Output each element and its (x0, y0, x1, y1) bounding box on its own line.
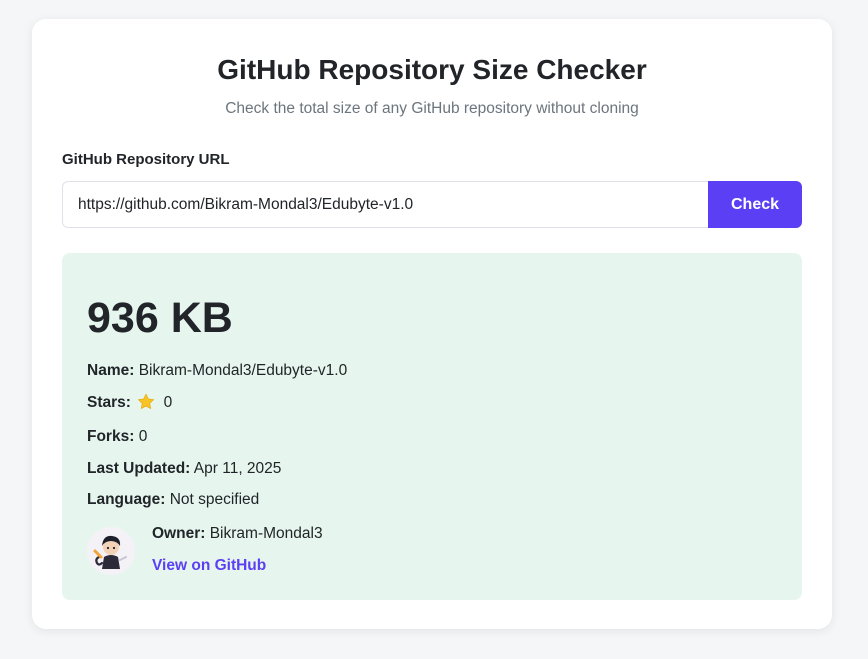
url-input-row: Check (62, 181, 802, 228)
language-label: Language: (87, 491, 166, 508)
stars-value: 0 (163, 393, 173, 411)
owner-avatar[interactable] (87, 527, 135, 575)
language-value: Not specified (169, 491, 260, 508)
repo-url-input[interactable] (62, 181, 708, 228)
forks-label: Forks: (87, 428, 135, 445)
name-label: Name: (87, 362, 135, 379)
page-subtitle: Check the total size of any GitHub repos… (225, 100, 639, 117)
page-title: GitHub Repository Size Checker (217, 54, 647, 85)
result-panel: 936 KB Name: Bikram-Mondal3/Edubyte-v1.0… (62, 253, 802, 600)
forks-value: 0 (138, 428, 148, 445)
stars-label: Stars: (87, 393, 131, 411)
owner-block: Owner: Bikram-Mondal3 View on GitHub (87, 524, 777, 576)
repo-forks-row: Forks: 0 (87, 427, 777, 447)
checker-card: GitHub Repository Size Checker Check the… (32, 19, 832, 629)
owner-info: Owner: Bikram-Mondal3 View on GitHub (152, 524, 323, 576)
url-field-label: GitHub Repository URL (62, 151, 230, 168)
repo-stars-row: Stars: 0 (87, 393, 777, 416)
updated-label: Last Updated: (87, 459, 191, 477)
repo-updated-row: Last Updated: Apr 11, 2025 (87, 459, 777, 479)
view-on-github-link[interactable]: View on GitHub (152, 556, 266, 576)
owner-label: Owner: (152, 525, 206, 542)
owner-row: Owner: Bikram-Mondal3 (152, 524, 323, 544)
repo-language-row: Language: Not specified (87, 490, 777, 510)
name-value: Bikram-Mondal3/Edubyte-v1.0 (138, 362, 348, 379)
repo-size: 936 KB (87, 294, 233, 342)
star-icon (137, 393, 155, 416)
owner-value: Bikram-Mondal3 (209, 525, 323, 542)
updated-value: Apr 11, 2025 (193, 459, 282, 477)
check-button[interactable]: Check (708, 181, 802, 228)
repo-name-row: Name: Bikram-Mondal3/Edubyte-v1.0 (87, 361, 777, 381)
